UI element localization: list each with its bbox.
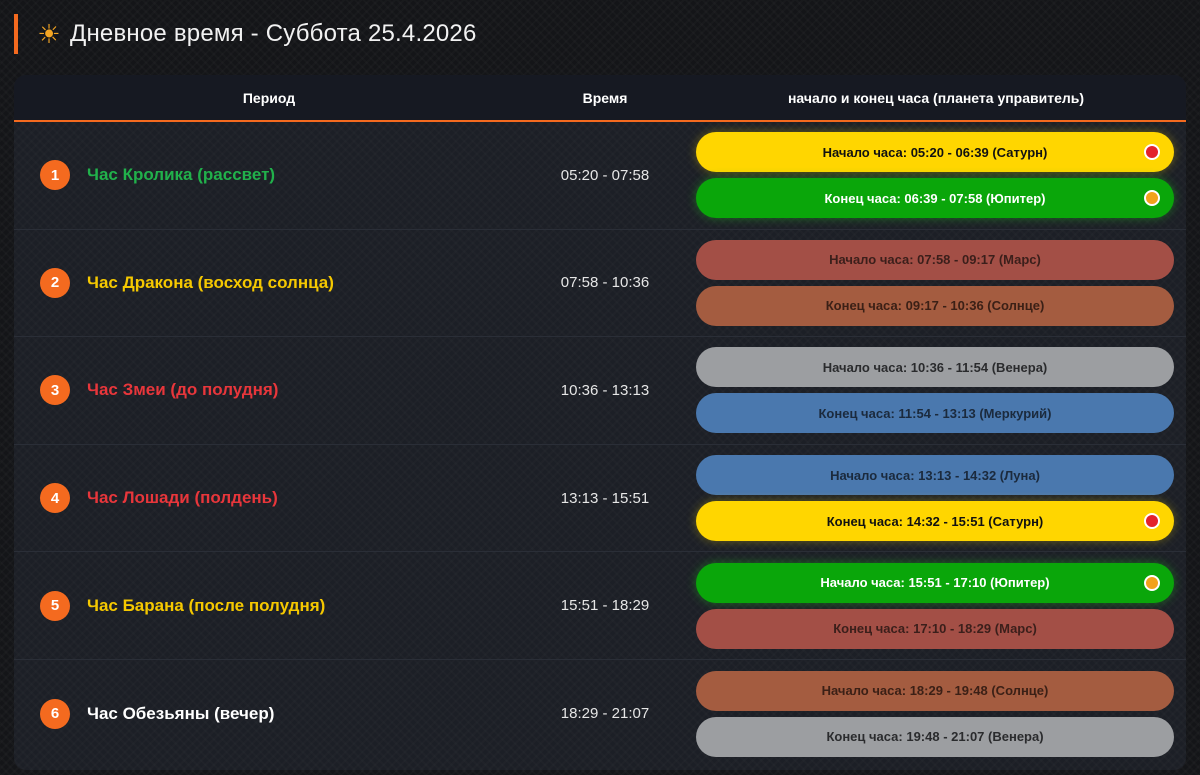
table-row: 2 Час Дракона (восход солнца) 07:58 - 10:3…	[14, 230, 1186, 338]
hour-start-pill: Начало часа: 10:36 - 11:54 (Венера)	[696, 347, 1174, 388]
sun-icon: ☀	[37, 19, 61, 49]
row-number-badge: 1	[40, 160, 70, 191]
period-cell: 1 Час Кролика (рассвет)	[14, 160, 524, 191]
table-row: 4 Час Лошади (полдень) 13:13 - 15:51 Начало…	[14, 445, 1186, 553]
hours-cell: Начало часа: 13:13 - 14:32 (Луна) Конец ч…	[686, 455, 1186, 542]
period-time: 07:58 - 10:36	[560, 274, 650, 292]
hour-end-pill: Конец часа: 19:48 - 21:07 (Венера)	[696, 716, 1174, 757]
planet-indicator-icon	[1144, 574, 1160, 591]
hour-label: Конец часа: 06:39 - 07:58 (Юпитер)	[824, 190, 1046, 206]
period-time: 05:20 - 07:58	[560, 166, 650, 184]
period-cell: 5 Час Барана (после полудня)	[14, 590, 524, 621]
hours-cell: Начало часа: 07:58 - 09:17 (Марс) Конец ч…	[686, 239, 1186, 326]
period-cell: 3 Час Змеи (до полудня)	[14, 375, 524, 406]
period-cell: 2 Час Дракона (восход солнца)	[14, 267, 524, 298]
hours-table: Период Время начало и конец часа (планет…	[14, 75, 1186, 770]
planet-indicator-icon	[1144, 190, 1160, 207]
period-name: Час Лошади (полдень)	[87, 488, 278, 508]
table-header: Период Время начало и конец часа (планет…	[14, 75, 1186, 122]
period-name: Час Барана (после полудня)	[87, 595, 326, 615]
period-cell: 4 Час Лошади (полдень)	[14, 483, 524, 514]
hours-cell: Начало часа: 10:36 - 11:54 (Венера) Конец…	[686, 347, 1186, 434]
period-name: Час Кролика (рассвет)	[87, 165, 276, 185]
period-time: 10:36 - 13:13	[560, 381, 650, 399]
table-body: 1 Час Кролика (рассвет) 05:20 - 07:58 Начал…	[14, 122, 1186, 768]
period-time: 15:51 - 18:29	[560, 597, 650, 615]
table-row: 3 Час Змеи (до полудня) 10:36 - 13:13 Начал…	[14, 337, 1186, 445]
planet-indicator-icon	[1144, 144, 1160, 161]
hour-start-pill: Начало часа: 07:58 - 09:17 (Марс)	[696, 239, 1174, 280]
hour-label: Начало часа: 10:36 - 11:54 (Венера)	[822, 359, 1048, 375]
row-number-badge: 6	[40, 698, 70, 729]
hour-start-pill: Начало часа: 15:51 - 17:10 (Юпитер)	[696, 562, 1174, 603]
hour-end-pill: Конец часа: 09:17 - 10:36 (Солнце)	[696, 285, 1174, 326]
hour-label: Начало часа: 05:20 - 06:39 (Сатурн)	[822, 144, 1048, 160]
hour-end-pill: Конец часа: 11:54 - 13:13 (Меркурий)	[696, 393, 1174, 434]
column-header-hours: начало и конец часа (планета управитель)	[787, 89, 1085, 106]
row-number-badge: 4	[40, 483, 70, 514]
hour-label: Конец часа: 11:54 - 13:13 (Меркурий)	[818, 405, 1052, 421]
row-number-badge: 5	[40, 590, 70, 621]
planet-indicator-icon	[1144, 513, 1160, 530]
hour-start-pill: Начало часа: 05:20 - 06:39 (Сатурн)	[696, 132, 1174, 173]
hour-start-pill: Начало часа: 13:13 - 14:32 (Луна)	[696, 455, 1174, 496]
table-row: 1 Час Кролика (рассвет) 05:20 - 07:58 Начал…	[14, 122, 1186, 230]
hours-cell: Начало часа: 05:20 - 06:39 (Сатурн) Конец…	[686, 132, 1186, 219]
row-number-badge: 3	[40, 375, 70, 406]
row-number-badge: 2	[40, 267, 70, 298]
hours-cell: Начало часа: 15:51 - 17:10 (Юпитер) Конец…	[686, 562, 1186, 649]
table-row: 6 Час Обезьяны (вечер) 18:29 - 21:07 Начало…	[14, 660, 1186, 768]
hour-start-pill: Начало часа: 18:29 - 19:48 (Солнце)	[696, 670, 1174, 711]
hour-label: Начало часа: 18:29 - 19:48 (Солнце)	[821, 683, 1049, 699]
hour-label: Конец часа: 14:32 - 15:51 (Сатурн)	[826, 513, 1044, 529]
column-header-time: Время	[582, 89, 628, 106]
period-time: 13:13 - 15:51	[560, 489, 650, 507]
hour-label: Начало часа: 15:51 - 17:10 (Юпитер)	[820, 575, 1050, 591]
hour-label: Конец часа: 19:48 - 21:07 (Венера)	[826, 729, 1044, 745]
column-header-period: Период	[242, 89, 296, 106]
hour-end-pill: Конец часа: 14:32 - 15:51 (Сатурн)	[696, 501, 1174, 542]
hour-label: Конец часа: 17:10 - 18:29 (Марс)	[833, 621, 1037, 637]
period-time: 18:29 - 21:07	[560, 705, 650, 723]
hour-label: Начало часа: 07:58 - 09:17 (Марс)	[829, 252, 1041, 268]
period-name: Час Змеи (до полудня)	[87, 380, 279, 400]
period-name: Час Обезьяны (вечер)	[87, 703, 275, 723]
page-header: ☀ Дневное время - Суббота 25.4.2026	[14, 14, 714, 54]
period-cell: 6 Час Обезьяны (вечер)	[14, 698, 524, 729]
period-name: Час Дракона (восход солнца)	[87, 272, 334, 292]
hour-label: Конец часа: 09:17 - 10:36 (Солнце)	[825, 298, 1045, 314]
page-title: Дневное время - Суббота 25.4.2026	[70, 20, 477, 47]
table-row: 5 Час Барана (после полудня) 15:51 - 18:29…	[14, 552, 1186, 660]
hours-cell: Начало часа: 18:29 - 19:48 (Солнце) Конец…	[686, 670, 1186, 757]
hour-end-pill: Конец часа: 06:39 - 07:58 (Юпитер)	[696, 178, 1174, 219]
hour-end-pill: Конец часа: 17:10 - 18:29 (Марс)	[696, 608, 1174, 649]
hour-label: Начало часа: 13:13 - 14:32 (Луна)	[830, 467, 1040, 483]
